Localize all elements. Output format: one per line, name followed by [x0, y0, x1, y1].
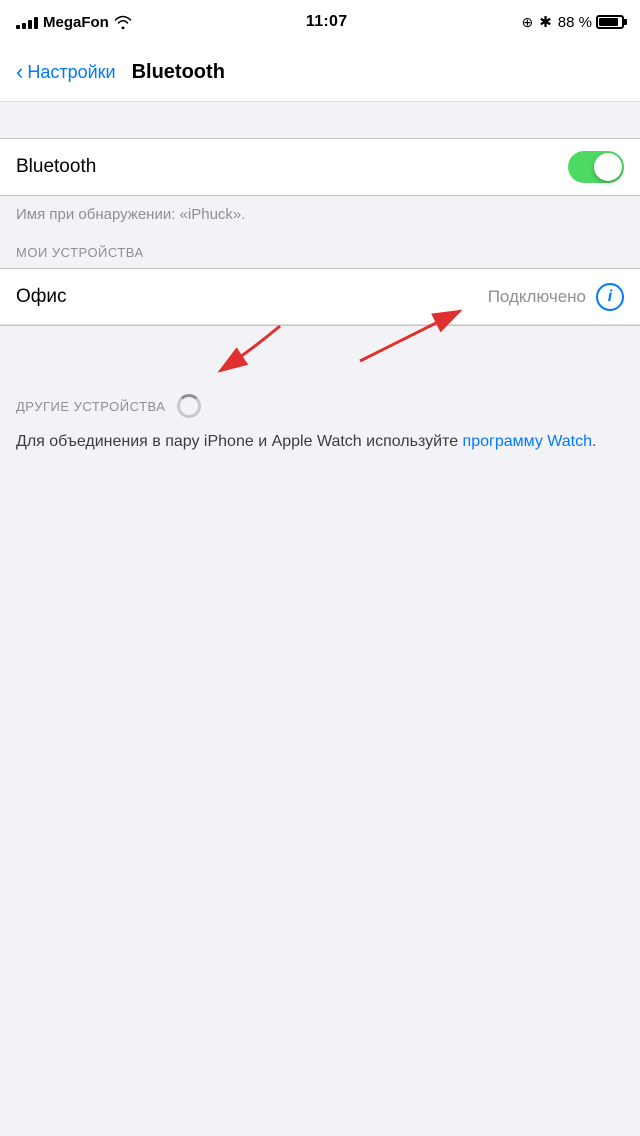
bluetooth-label: Bluetooth	[16, 156, 96, 178]
section-gap-top	[0, 102, 640, 138]
status-right: ⊕ ✱ 88 %	[521, 13, 624, 31]
back-chevron-icon: ‹	[16, 61, 23, 83]
red-arrow-2	[200, 316, 400, 386]
device-name: Офис	[16, 286, 67, 308]
other-devices-label: ДРУГИЕ УСТРОЙСТВА	[16, 399, 165, 414]
description-text-end: .	[592, 433, 596, 450]
bluetooth-toggle-row: Bluetooth	[0, 139, 640, 195]
bluetooth-status-icon: ✱	[539, 13, 552, 31]
description-text-before: Для объединения в пару iPhone и Apple Wa…	[16, 433, 463, 450]
battery-fill	[599, 18, 618, 26]
signal-icon	[16, 15, 38, 29]
page-title: Bluetooth	[132, 61, 225, 84]
device-info-button[interactable]: i	[596, 283, 624, 311]
toggle-knob	[594, 153, 622, 181]
bluetooth-toggle[interactable]	[568, 151, 624, 183]
other-devices-header-row: ДРУГИЕ УСТРОЙСТВА	[0, 386, 640, 426]
back-label: Настройки	[27, 62, 115, 83]
carrier-label: MegaFon	[43, 14, 109, 31]
battery-container: 88 %	[558, 14, 624, 31]
description-area: Для объединения в пару iPhone и Apple Wa…	[0, 426, 640, 470]
battery-icon	[596, 15, 624, 29]
device-status-area: Подключено i	[488, 283, 624, 311]
bluetooth-toggle-section: Bluetooth	[0, 138, 640, 196]
device-status-text: Подключено	[488, 287, 586, 307]
discovery-text: Имя при обнаружении: «iPhuck».	[0, 196, 640, 237]
location-icon: ⊕	[521, 14, 533, 31]
status-left: MegaFon	[16, 14, 132, 31]
arrow-gap	[0, 326, 640, 386]
device-row: Офис Подключено i	[0, 269, 640, 325]
my-devices-section: Офис Подключено i	[0, 268, 640, 326]
battery-percent: 88 %	[558, 14, 592, 31]
back-button[interactable]: ‹ Настройки	[16, 62, 116, 83]
wifi-icon	[114, 15, 132, 29]
background-fill	[0, 470, 640, 970]
my-devices-header: МОИ УСТРОЙСТВА	[0, 237, 640, 268]
status-bar: MegaFon 11:07 ⊕ ✱ 88 %	[0, 0, 640, 44]
loading-spinner	[177, 394, 201, 418]
status-time: 11:07	[306, 13, 348, 31]
nav-bar: ‹ Настройки Bluetooth	[0, 44, 640, 102]
watch-app-link[interactable]: программу Watch	[463, 433, 592, 450]
